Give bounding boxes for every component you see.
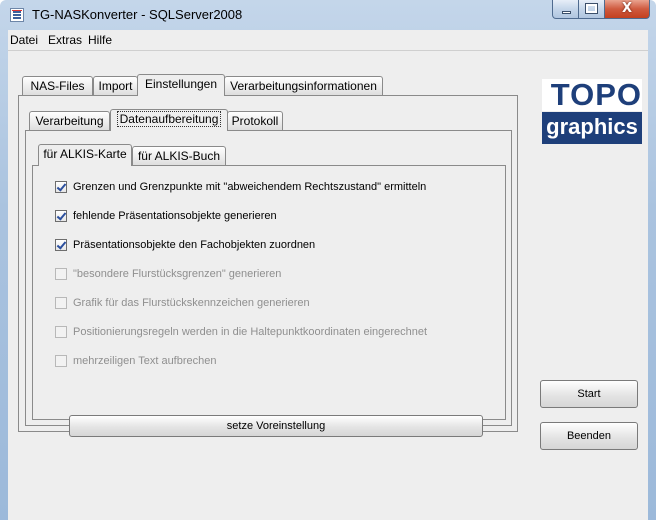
checkbox[interactable] — [55, 181, 67, 193]
tab-nas-files[interactable]: NAS-Files — [22, 76, 93, 96]
tab-label: Einstellungen — [144, 77, 218, 91]
checkbox[interactable] — [55, 239, 67, 251]
close-icon[interactable]: X — [605, 0, 650, 19]
tab-import[interactable]: Import — [93, 76, 138, 96]
menu-extras[interactable]: Extras — [48, 33, 82, 47]
options-list: Grenzen und Grenzpunkte mit "abweichende… — [55, 180, 495, 380]
tab-verarbeitung[interactable]: Verarbeitung — [29, 111, 110, 131]
tab-datenaufbereitung[interactable]: Datenaufbereitung — [110, 109, 228, 131]
client-area: Datei Extras Hilfe NAS-Files Import Eins… — [8, 30, 648, 520]
option-label: Präsentationsobjekte den Fachobjekten zu… — [73, 239, 316, 251]
option-label: Positionierungsregeln werden in die Halt… — [73, 326, 428, 338]
quit-button[interactable]: Beenden — [540, 422, 638, 450]
tab-verarbeitungsinformationen[interactable]: Verarbeitungsinformationen — [224, 76, 383, 96]
tab-einstellungen[interactable]: Einstellungen — [137, 74, 225, 96]
window-controls: X — [552, 0, 650, 20]
checkbox[interactable] — [55, 210, 67, 222]
tab-label: Protokoll — [231, 114, 279, 128]
checkbox — [55, 326, 67, 338]
tab-label: Import — [98, 79, 133, 93]
option-label: mehrzeiligen Text aufbrechen — [73, 355, 217, 367]
tab-label: Verarbeitungsinformationen — [230, 79, 377, 93]
tab-alkis-karte[interactable]: für ALKIS-Karte — [38, 144, 132, 166]
checkbox — [55, 297, 67, 309]
start-button[interactable]: Start — [540, 380, 638, 408]
tab-label: NAS-Files — [30, 79, 85, 93]
checkbox — [55, 355, 67, 367]
minimize-icon[interactable] — [552, 0, 579, 19]
tab-label: für ALKIS-Karte — [43, 147, 127, 161]
window-title: TG-NASKonverter - SQLServer2008 — [32, 7, 243, 22]
option-label: Grenzen und Grenzpunkte mit "abweichende… — [73, 181, 427, 193]
topo-logo-bottom: graphics — [542, 112, 642, 144]
option-label: Grafik für das Flurstückskennzeichen gen… — [73, 297, 310, 309]
menu-bar: Datei Extras Hilfe — [8, 30, 648, 51]
close-glyph: X — [621, 1, 633, 16]
option-label: fehlende Präsentationsobjekte generieren — [73, 210, 277, 222]
alkis-karte-panel: Grenzen und Grenzpunkte mit "abweichende… — [32, 165, 506, 437]
tab-label: für ALKIS-Buch — [137, 149, 221, 163]
checkbox — [55, 268, 67, 280]
maximize-icon[interactable] — [579, 0, 605, 19]
window-frame: TG-NASKonverter - SQLServer2008 X Datei … — [0, 0, 656, 520]
tab-label: Datenaufbereitung — [116, 111, 222, 127]
title-bar[interactable]: TG-NASKonverter - SQLServer2008 X — [0, 0, 656, 30]
tab-label: Verarbeitung — [35, 114, 104, 128]
tab-alkis-buch[interactable]: für ALKIS-Buch — [132, 146, 226, 166]
option-label: "besondere Flurstücksgrenzen" generieren — [73, 268, 282, 280]
window-app-icon[interactable] — [10, 8, 24, 22]
menu-hilfe[interactable]: Hilfe — [88, 33, 112, 47]
defaults-button[interactable]: setze Voreinstellung — [69, 415, 483, 437]
menu-datei[interactable]: Datei — [10, 33, 38, 47]
topo-logo-top: TOPO — [542, 79, 642, 111]
tab-protokoll[interactable]: Protokoll — [227, 111, 283, 131]
